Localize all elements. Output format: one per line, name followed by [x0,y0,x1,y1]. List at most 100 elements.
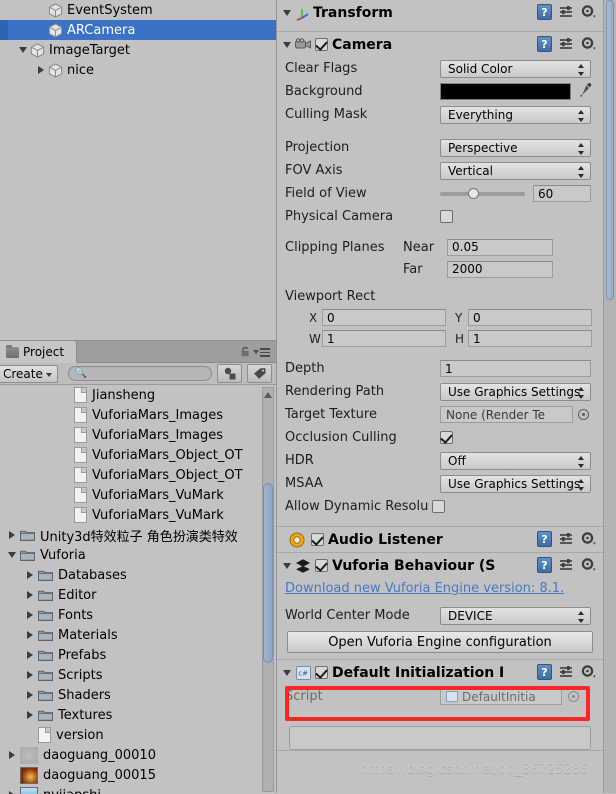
panel-menu-icon[interactable] [254,348,270,357]
viewport-x-input[interactable]: 0 [322,309,446,326]
foldout-icon[interactable] [27,591,33,599]
project-row[interactable]: Jiansheng [0,385,276,405]
preset-icon[interactable] [559,37,574,51]
occlusion-culling-checkbox[interactable] [440,431,453,444]
hierarchy-item-imagetarget[interactable]: ImageTarget [0,40,276,60]
default-init-extra-field[interactable] [289,726,591,750]
target-texture-objectfield[interactable]: None (Render Te [440,406,573,423]
foldout-icon[interactable] [283,563,291,569]
help-icon[interactable]: ? [537,664,552,680]
project-scrollbar[interactable] [262,387,274,792]
near-input[interactable]: 0.05 [447,239,553,256]
projection-dropdown[interactable]: Perspective [440,139,591,157]
field-of-view-input[interactable]: 60 [533,185,591,202]
project-row[interactable]: Textures [0,705,276,725]
project-row[interactable]: Editor [0,585,276,605]
project-row[interactable]: daoguang_00015 [0,765,276,785]
lock-icon[interactable] [241,346,250,356]
viewport-y-input[interactable]: 0 [468,309,592,326]
foldout-icon[interactable] [19,47,27,53]
project-row[interactable]: VuforiaMars_Images [0,425,276,445]
preset-icon[interactable] [559,558,574,572]
project-row[interactable]: Databases [0,565,276,585]
clear-flags-dropdown[interactable]: Solid Color [440,60,591,78]
project-row[interactable]: daoguang_00010 [0,745,276,765]
camera-enabled-checkbox[interactable] [315,38,328,51]
depth-input[interactable]: 1 [440,360,591,377]
audio-listener-header[interactable]: Audio Listener ? [277,527,603,552]
project-row[interactable]: Unity3d特效粒子 角色扮演类特效 [0,525,276,545]
project-row[interactable]: Scripts [0,665,276,685]
gear-icon[interactable] [581,665,597,680]
inspector-scrollbar[interactable] [603,0,616,793]
foldout-icon[interactable] [27,651,33,659]
project-row[interactable]: Shaders [0,685,276,705]
filter-by-type-button[interactable] [217,364,242,383]
project-row[interactable]: VuforiaMars_Object_OT [0,445,276,465]
help-icon[interactable]: ? [537,4,552,20]
eyedropper-icon[interactable] [577,82,592,101]
project-file-tree[interactable]: JianshengVuforiaMars_ImagesVuforiaMars_I… [0,385,276,794]
project-row[interactable]: VuforiaMars_Object_OT [0,465,276,485]
project-row[interactable]: version [0,725,276,745]
filter-by-label-button[interactable] [247,364,272,383]
foldout-icon[interactable] [27,711,33,719]
tab-project[interactable]: Project [0,341,77,363]
hierarchy-list[interactable]: EventSystemARCameraImageTargetnice [0,0,276,80]
gear-icon[interactable] [581,532,597,547]
preset-icon[interactable] [559,665,574,679]
fov-axis-dropdown[interactable]: Vertical [440,162,591,180]
preset-icon[interactable] [559,5,574,19]
help-icon[interactable]: ? [537,557,552,573]
foldout-icon[interactable] [9,751,15,759]
world-center-mode-dropdown[interactable]: DEVICE [440,607,591,625]
viewport-h-input[interactable]: 1 [468,330,592,347]
foldout-icon[interactable] [38,66,44,74]
audio-listener-enabled-checkbox[interactable] [311,533,324,546]
camera-header[interactable]: Camera ? [277,32,603,57]
transform-header[interactable]: Transform ? [277,0,603,25]
physical-camera-checkbox[interactable] [440,210,453,223]
object-picker-icon[interactable] [578,409,589,420]
project-row[interactable]: VuforiaMars_Images [0,405,276,425]
project-row[interactable]: Vuforia [0,545,276,565]
project-row[interactable]: Prefabs [0,645,276,665]
gear-icon[interactable] [581,558,597,573]
default-init-header[interactable]: c# Default Initialization I ? [277,660,603,685]
foldout-icon[interactable] [283,670,291,676]
project-scroll-thumb[interactable] [263,483,273,663]
help-icon[interactable]: ? [537,36,552,52]
create-button[interactable]: Create [0,365,58,383]
hierarchy-item-eventsystem[interactable]: EventSystem [0,0,276,20]
hierarchy-item-arcamera[interactable]: ARCamera [0,20,276,40]
project-row[interactable]: Materials [0,625,276,645]
foldout-icon[interactable] [27,671,33,679]
foldout-icon[interactable] [283,10,291,16]
foldout-icon[interactable] [8,552,16,558]
background-color-swatch[interactable] [440,83,571,100]
msaa-dropdown[interactable]: Use Graphics Settings [440,475,591,493]
culling-mask-dropdown[interactable]: Everything [440,106,591,124]
hdr-dropdown[interactable]: Off [440,452,591,470]
gear-icon[interactable] [581,5,597,20]
project-row[interactable]: Fonts [0,605,276,625]
project-row[interactable]: VuforiaMars_VuMark [0,485,276,505]
foldout-icon[interactable] [27,611,33,619]
search-input[interactable]: 🔍 [68,366,213,381]
field-of-view-slider[interactable] [440,192,525,196]
help-icon[interactable]: ? [537,531,552,547]
hierarchy-item-nice[interactable]: nice [0,60,276,80]
project-row[interactable]: VuforiaMars_VuMark [0,505,276,525]
foldout-icon[interactable] [27,631,33,639]
far-input[interactable]: 2000 [447,261,553,278]
default-init-enabled-checkbox[interactable] [315,666,328,679]
rendering-path-dropdown[interactable]: Use Graphics Settings [440,383,591,401]
foldout-icon[interactable] [9,531,15,539]
scroll-up-arrow[interactable] [263,389,273,400]
vuforia-header[interactable]: Vuforia Behaviour (S ? [277,553,603,578]
dynamic-resolution-checkbox[interactable] [432,500,445,513]
foldout-icon[interactable] [27,691,33,699]
preset-icon[interactable] [559,532,574,546]
foldout-icon[interactable] [27,571,33,579]
foldout-icon[interactable] [283,42,291,48]
